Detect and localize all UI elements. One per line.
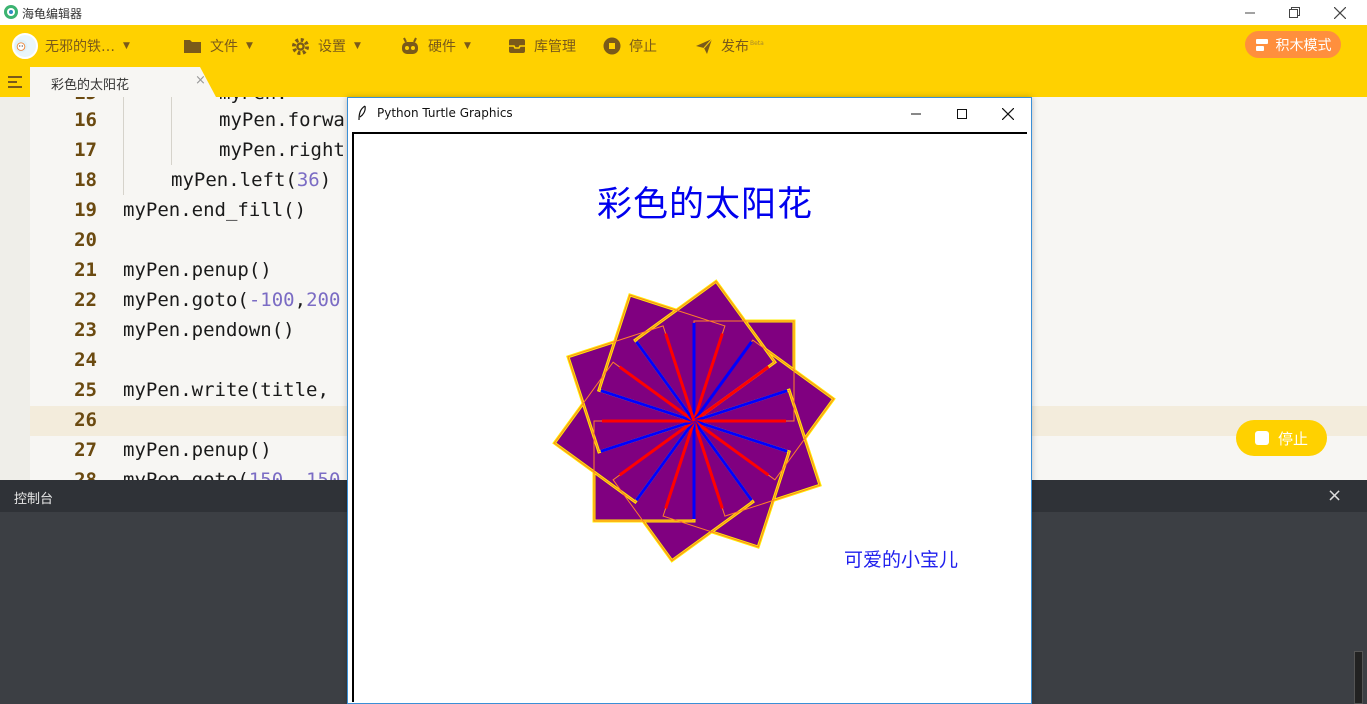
- tab-bar: 彩色的太阳花 ×: [0, 67, 1367, 97]
- turtle-canvas[interactable]: 彩色的太阳花 可爱的小宝儿: [352, 132, 1027, 702]
- tab-file[interactable]: 彩色的太阳花 ×: [30, 67, 216, 97]
- line-number: 27: [74, 439, 97, 461]
- line-number: 17: [74, 139, 97, 161]
- user-menu[interactable]: 无邪的铁… ▼: [12, 25, 130, 67]
- chevron-down-icon: ▼: [464, 41, 471, 51]
- stop-toolbar-label: 停止: [629, 39, 657, 55]
- gear-icon: [291, 37, 310, 55]
- console-title: 控制台: [14, 492, 54, 507]
- line-number: 19: [74, 199, 97, 221]
- code-line: myPen.goto(-100,200: [123, 289, 341, 311]
- stop-square-icon: [1254, 431, 1269, 445]
- main-toolbar: 无邪的铁… ▼ 文件 ▼ 设置 ▼ 硬件 ▼ 库管理 停止 发布 Beta 积木…: [0, 25, 1367, 67]
- settings-menu[interactable]: 设置 ▼: [291, 25, 361, 67]
- blocks-icon: [1255, 38, 1268, 51]
- library-manager-button[interactable]: 库管理: [508, 25, 576, 67]
- tab-file-label: 彩色的太阳花: [51, 78, 130, 93]
- line-number: 21: [74, 259, 97, 281]
- file-list-toggle[interactable]: [0, 67, 30, 97]
- close-icon: [1334, 6, 1346, 19]
- line-number: 26: [74, 409, 97, 431]
- blocks-mode-button[interactable]: 积木模式: [1245, 31, 1341, 58]
- chevron-down-icon: ▼: [123, 41, 130, 51]
- avatar-icon: [14, 39, 28, 53]
- line-number: 15: [40, 97, 97, 104]
- code-line: myPen.goto(150,-150: [123, 469, 341, 480]
- code-line: myPen.forwa: [219, 109, 345, 131]
- code-line: myPen.end_fill(): [123, 199, 307, 221]
- tab-close-icon[interactable]: ×: [195, 73, 206, 88]
- inbox-icon: [509, 39, 525, 53]
- menu-icon: [8, 76, 22, 88]
- chevron-down-icon: ▼: [246, 41, 253, 51]
- minimize-icon: [911, 113, 921, 115]
- publish-button[interactable]: 发布 Beta: [695, 25, 764, 67]
- code-line: myPen.left(36): [171, 169, 332, 191]
- turtle-logo-icon: [4, 5, 18, 19]
- code-line: myPen.right: [219, 139, 345, 161]
- canvas-caption-text: 可爱的小宝儿: [844, 549, 959, 571]
- paper-plane-icon: [696, 38, 713, 54]
- line-number: 25: [74, 379, 97, 401]
- line-number: 20: [74, 229, 97, 251]
- blocks-mode-label: 积木模式: [1275, 37, 1332, 54]
- stop-run-button[interactable]: 停止: [1236, 420, 1327, 456]
- console-close-icon[interactable]: ×: [1327, 485, 1342, 506]
- turtle-window-title: Python Turtle Graphics: [377, 106, 513, 120]
- beta-badge: Beta: [750, 39, 764, 47]
- code-line: myPen.write(title,: [123, 379, 329, 401]
- line-number: 24: [74, 349, 97, 371]
- line-number: 22: [74, 289, 97, 311]
- code-line: myPen.: [219, 97, 288, 104]
- title-bar: 海龟编辑器: [0, 0, 1367, 25]
- code-line: myPen.pendown(): [123, 319, 295, 341]
- hardware-menu-label: 硬件: [428, 39, 456, 55]
- stop-run-label: 停止: [1277, 429, 1308, 448]
- minimize-icon: [1245, 12, 1255, 13]
- maximize-icon: [957, 109, 967, 119]
- settings-menu-label: 设置: [318, 39, 346, 55]
- app-window: 海龟编辑器 无邪的铁… ▼ 文件 ▼ 设置 ▼ 硬件 ▼ 库管理 停止 发布 B…: [0, 0, 1367, 704]
- hardware-menu[interactable]: 硬件 ▼: [400, 25, 471, 67]
- code-line: myPen.penup(): [123, 259, 272, 281]
- library-manager-label: 库管理: [534, 39, 576, 55]
- folder-icon: [184, 40, 201, 53]
- feather-icon: [358, 105, 366, 121]
- file-menu-label: 文件: [210, 39, 238, 55]
- canvas-title-text: 彩色的太阳花: [597, 185, 814, 225]
- close-window-button[interactable]: [1317, 0, 1363, 25]
- robot-icon: [402, 37, 418, 54]
- restore-button[interactable]: [1271, 0, 1317, 25]
- line-number: 16: [74, 109, 97, 131]
- user-name: 无邪的铁…: [45, 39, 115, 55]
- turtle-graphics-window: Python Turtle Graphics 彩色的太阳花 可爱的小宝儿: [347, 97, 1032, 704]
- close-icon: [1002, 108, 1014, 120]
- app-title: 海龟编辑器: [22, 7, 83, 21]
- publish-label: 发布: [721, 39, 749, 55]
- console-scrollbar[interactable]: [1354, 651, 1363, 704]
- line-number: 23: [74, 319, 97, 341]
- indent-guide: [123, 97, 124, 195]
- turtle-close-button[interactable]: [985, 98, 1031, 130]
- turtle-maximize-button[interactable]: [939, 98, 985, 130]
- restore-icon: [1288, 7, 1300, 18]
- stop-icon: [603, 37, 621, 55]
- chevron-down-icon: ▼: [354, 41, 361, 51]
- stop-toolbar-button[interactable]: 停止: [603, 25, 657, 67]
- line-number: 28: [74, 469, 97, 480]
- line-number: 18: [74, 169, 97, 191]
- file-menu[interactable]: 文件 ▼: [183, 25, 253, 67]
- avatar: [12, 33, 38, 59]
- editor-gutter: [0, 97, 30, 480]
- sun-flower-petals: [552, 279, 836, 563]
- indent-guide: [171, 97, 172, 165]
- minimize-button[interactable]: [1227, 0, 1273, 25]
- turtle-minimize-button[interactable]: [893, 98, 939, 130]
- code-line: myPen.penup(): [123, 439, 272, 461]
